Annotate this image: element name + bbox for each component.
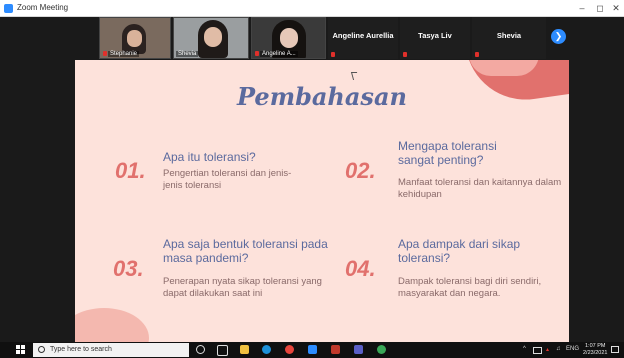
decorative-blob	[75, 308, 149, 342]
cortana-icon[interactable]	[196, 345, 205, 354]
slide-title: Pembahasan	[237, 82, 407, 111]
maximize-button[interactable]: ◻	[592, 1, 608, 15]
item-title: Apa itu toleransi?	[163, 150, 256, 164]
zoom-app-icon	[4, 4, 13, 13]
participant-name-tile[interactable]: Angeline Aurellia	[328, 17, 398, 59]
muted-mic-icon	[475, 52, 479, 57]
item-number: 01.	[115, 158, 146, 183]
participant-name: Angeline Aurellia	[332, 31, 394, 40]
item-description: Dampak toleransi bagi diri sendiri, masy…	[398, 276, 542, 299]
search-placeholder: Type here to search	[50, 346, 112, 353]
window-title: Zoom Meeting	[17, 3, 69, 12]
wifi-icon[interactable]: ▴	[546, 346, 549, 353]
item-title: Apa saja bentuk toleransi pada masa pand…	[163, 237, 328, 265]
tray-expand-icon[interactable]: ^	[523, 346, 526, 352]
item-number: 02.	[345, 158, 376, 183]
windows-taskbar: Type here to search ^ ▴ ♫ ENG 1:07 PM 2/…	[0, 342, 624, 358]
muted-mic-icon	[255, 51, 259, 56]
teams-icon[interactable]	[354, 345, 363, 354]
participant-video-tile[interactable]: Stephanie	[99, 17, 171, 59]
windows-start-icon[interactable]	[16, 345, 26, 355]
item-title: Apa dampak dari sikap toleransi?	[398, 237, 521, 265]
file-explorer-icon[interactable]	[240, 345, 249, 354]
edge-icon[interactable]	[262, 345, 271, 354]
item-description: Penerapan nyata sikap toleransi yang dap…	[163, 276, 322, 299]
battery-icon[interactable]	[533, 347, 542, 354]
participant-name-tile[interactable]: Shevia	[472, 17, 546, 59]
notification-center-icon[interactable]	[611, 346, 619, 353]
volume-icon[interactable]: ♫	[556, 346, 561, 352]
title-bar: Zoom Meeting – ◻ ✕	[0, 0, 624, 17]
participant-name: Shevia	[176, 51, 199, 57]
chrome-icon[interactable]	[377, 345, 386, 354]
language-indicator[interactable]: ENG	[566, 346, 579, 352]
taskbar-search-input[interactable]: Type here to search	[33, 343, 189, 357]
participant-face	[204, 27, 222, 47]
item-title: Mengapa toleransi sangat penting?	[398, 139, 497, 167]
item-description: Manfaat toleransi dan kaitannya dalam ke…	[398, 177, 562, 200]
muted-mic-icon	[403, 52, 407, 57]
app-icon[interactable]	[331, 345, 340, 354]
zoom-taskbar-icon[interactable]	[308, 345, 317, 354]
chevron-right-icon[interactable]: ❯	[551, 29, 566, 44]
shared-screen-slide: Pembahasan 01. Apa itu toleransi? Penger…	[75, 60, 569, 342]
search-icon	[38, 346, 45, 353]
task-view-icon[interactable]	[217, 345, 228, 356]
item-description: Pengertian toleransi dan jenis-jenis tol…	[163, 168, 292, 191]
muted-mic-icon	[103, 51, 107, 56]
taskbar-clock[interactable]: 1:07 PM 2/23/2021	[583, 343, 607, 357]
participant-video-tile[interactable]: Angeline A...	[251, 17, 326, 59]
participant-video-tile[interactable]: Shevia	[173, 17, 249, 59]
item-number: 04.	[345, 256, 376, 281]
participant-name: Stephanie	[108, 51, 140, 57]
item-number: 03.	[113, 256, 144, 281]
close-button[interactable]: ✕	[608, 1, 624, 15]
muted-mic-icon	[331, 52, 335, 57]
clock-date: 2/23/2021	[583, 350, 608, 356]
participant-face	[280, 28, 298, 48]
participant-gallery: Stephanie Shevia Angeline A... Angeline …	[0, 17, 624, 60]
participant-name-tile[interactable]: Tasya Liv	[400, 17, 470, 59]
participant-name: Shevia	[496, 31, 522, 40]
participant-name: Tasya Liv	[418, 31, 452, 40]
chrome-icon[interactable]	[285, 345, 294, 354]
participant-name: Angeline A...	[260, 51, 298, 57]
clock-time: 1:07 PM	[584, 343, 606, 349]
participant-face	[127, 30, 142, 47]
minimize-button[interactable]: –	[574, 1, 590, 15]
